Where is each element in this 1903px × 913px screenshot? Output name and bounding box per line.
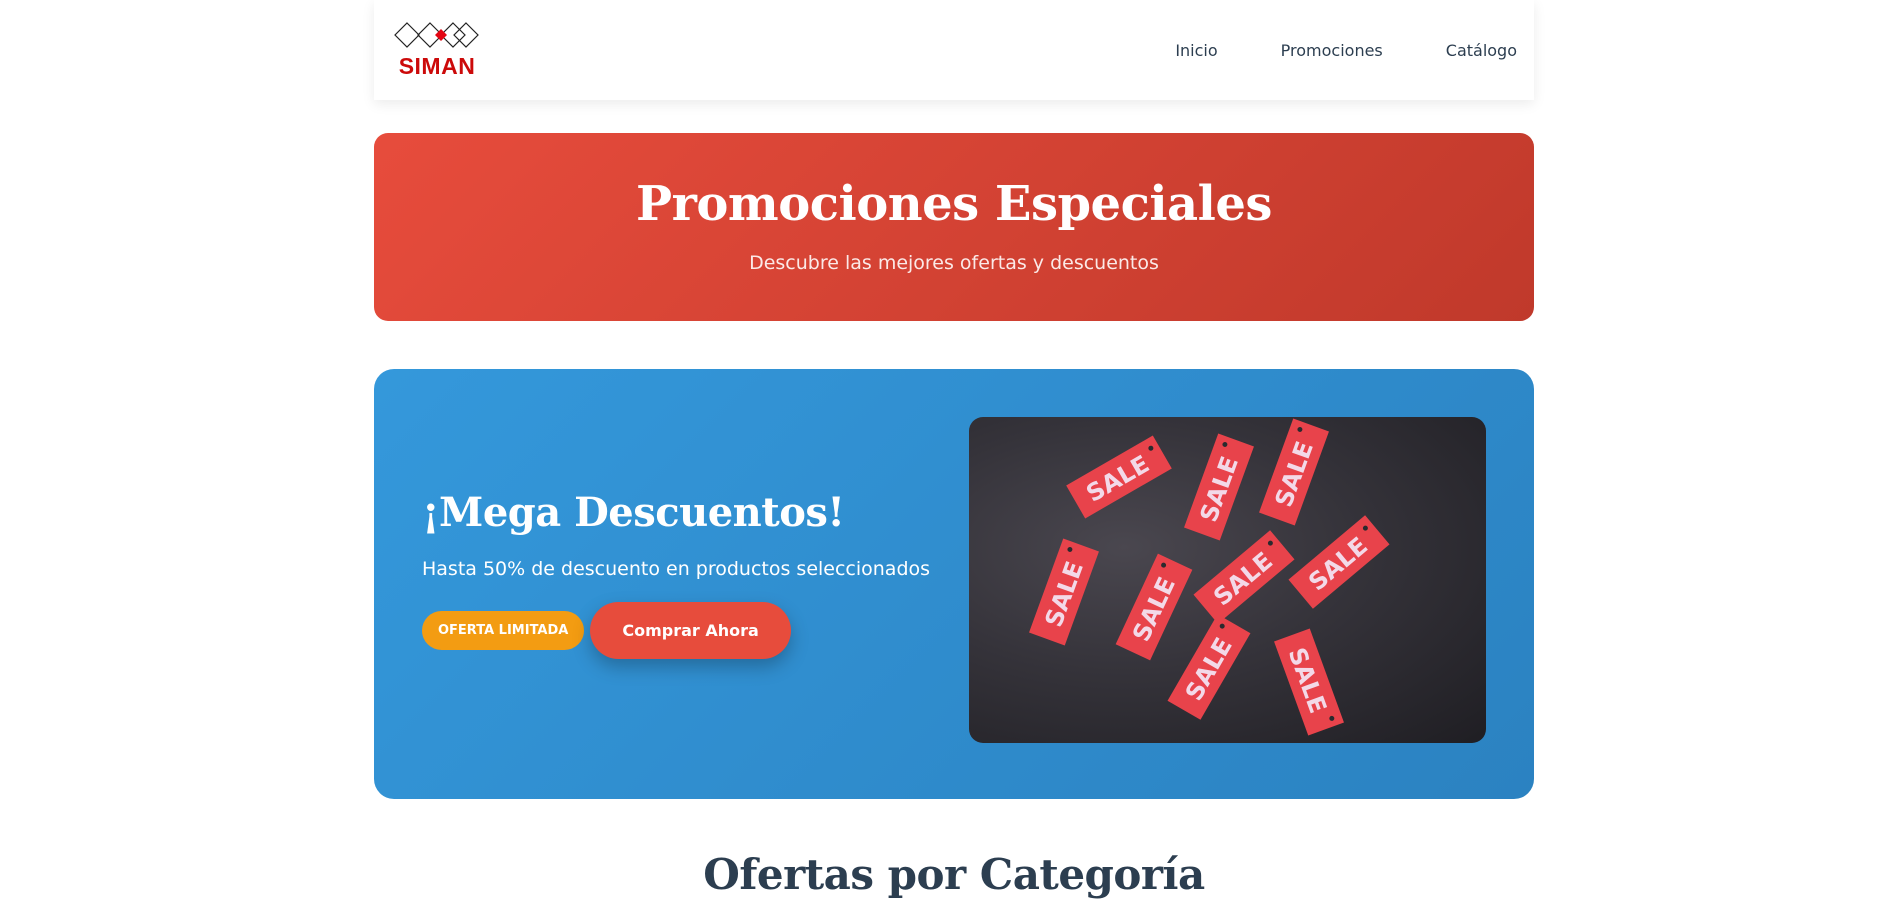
sale-tag: SALE xyxy=(1274,628,1344,736)
brand-logo[interactable]: SIMAN xyxy=(394,21,480,80)
hero-banner: Promociones Especiales Descubre las mejo… xyxy=(374,133,1534,321)
sale-tag: SALE xyxy=(1288,515,1390,609)
main-nav: Inicio Promociones Catálogo xyxy=(1112,41,1517,60)
sale-tag: SALE xyxy=(1259,418,1329,526)
promo-actions: OFERTA LIMITADA Comprar Ahora xyxy=(422,602,962,659)
sale-tag: SALE xyxy=(1115,553,1193,661)
promo-content: ¡Mega Descuentos! Hasta 50% de descuento… xyxy=(422,489,962,659)
limited-offer-badge: OFERTA LIMITADA xyxy=(422,611,585,650)
nav-item-promociones[interactable]: Promociones xyxy=(1281,41,1383,60)
sale-tag: SALE xyxy=(1066,435,1172,519)
logo-diamonds-icon xyxy=(394,21,479,48)
sale-tags-image: SALE SALE SALE SALE SALE SALE SALE SALE SALE xyxy=(969,417,1486,743)
brand-name: SIMAN xyxy=(398,52,476,79)
sale-tags-illustration: SALE SALE SALESALE SALE SALE SALESALE SALE xyxy=(1029,418,1390,736)
sale-tag: SALE xyxy=(1167,614,1251,720)
promo-title: ¡Mega Descuentos! xyxy=(422,489,845,536)
sale-tag: SALE xyxy=(1184,433,1254,541)
sale-tag: SALE xyxy=(1029,538,1099,646)
sale-tag: SALE xyxy=(1193,530,1295,624)
hero-subtitle: Descubre las mejores ofertas y descuento… xyxy=(749,252,1159,274)
promo-description: Hasta 50% de descuento en productos sele… xyxy=(422,558,931,580)
category-offers-title: Ofertas por Categoría xyxy=(703,850,1205,899)
site-header: SIMAN Inicio Promociones Catálogo xyxy=(374,0,1534,100)
nav-item-inicio[interactable]: Inicio xyxy=(1175,41,1217,60)
hero-title: Promociones Especiales xyxy=(636,176,1272,232)
nav-item-catalogo[interactable]: Catálogo xyxy=(1446,41,1517,60)
buy-now-button[interactable]: Comprar Ahora xyxy=(590,602,791,659)
promo-card: ¡Mega Descuentos! Hasta 50% de descuento… xyxy=(374,369,1534,799)
